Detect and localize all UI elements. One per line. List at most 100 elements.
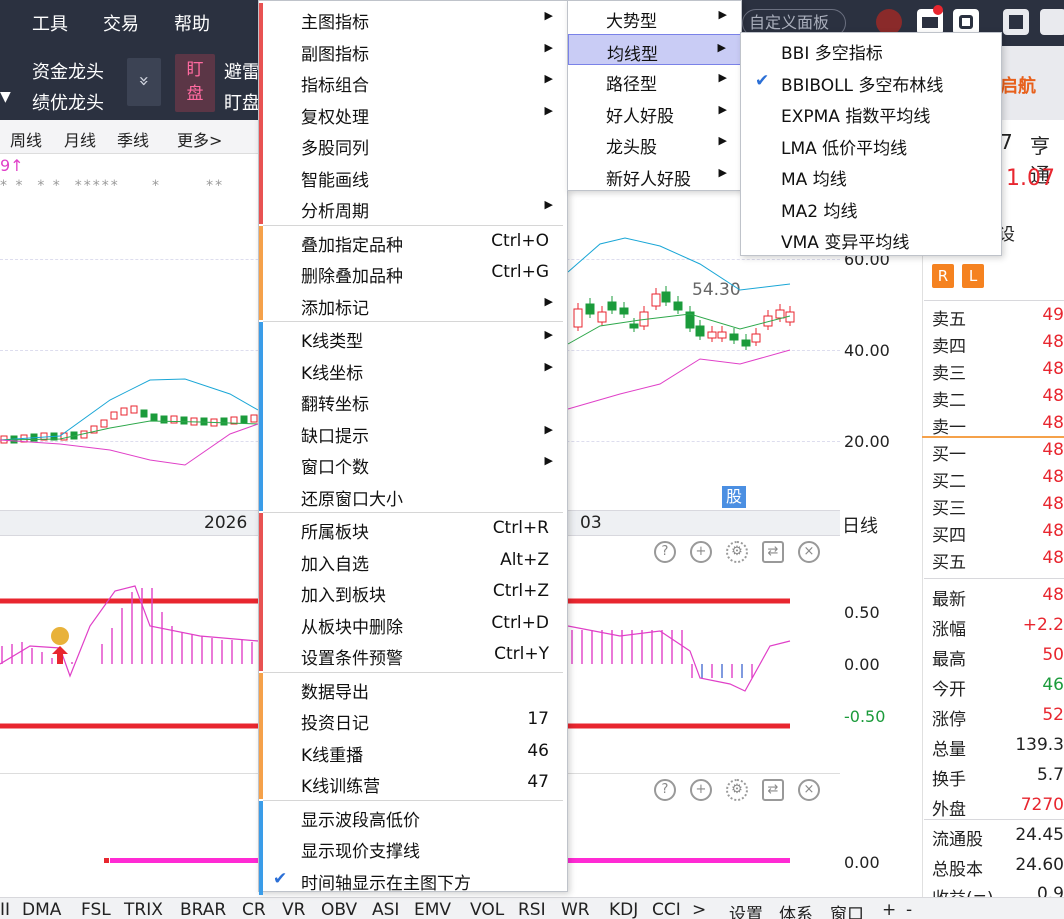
context-menu-item[interactable]: K线坐标 ▶ xyxy=(259,354,567,385)
settings-gear-icon[interactable]: ⚙ xyxy=(726,779,748,801)
window-icon[interactable] xyxy=(1040,9,1064,35)
indicator-tab[interactable]: 设置 xyxy=(729,900,763,919)
close-icon[interactable]: × xyxy=(798,779,820,801)
swap-icon[interactable]: ⇄ xyxy=(762,779,784,801)
submenu-item[interactable]: MA2 均线 xyxy=(741,192,1001,223)
indicator-tab[interactable]: DMA xyxy=(22,900,61,919)
chip-l[interactable]: L xyxy=(962,264,984,288)
context-menu-item[interactable]: 指标组合 ▶ xyxy=(259,66,567,97)
quick-item-quality-leader[interactable]: 绩优龙头 xyxy=(32,89,104,115)
indicator-tab[interactable]: CCI xyxy=(652,900,681,919)
tab-month[interactable]: 月线 xyxy=(64,127,96,151)
quick-item-watch[interactable]: 盯盘 xyxy=(224,89,260,115)
context-menu-item[interactable]: 还原窗口大小 xyxy=(259,480,567,511)
context-menu-item[interactable]: 从板块中删除 Ctrl+D xyxy=(259,608,567,639)
indicator-tab[interactable]: BRAR xyxy=(180,900,226,919)
help-icon[interactable]: ? xyxy=(654,779,676,801)
context-menu-item[interactable]: 显示波段高低价 xyxy=(259,801,567,832)
collapse-chevron-icon[interactable]: » xyxy=(127,58,161,106)
context-menu-item[interactable]: 缺口提示 ▶ xyxy=(259,417,567,448)
indicator-tab[interactable]: 体系 xyxy=(779,900,813,919)
tab-week[interactable]: 周线 xyxy=(10,127,42,151)
submenu-item[interactable]: VMA 变异平均线 xyxy=(741,223,1001,254)
context-menu-item[interactable]: 叠加指定品种 Ctrl+O xyxy=(259,226,567,257)
submenu-item[interactable]: LMA 低价平均线 xyxy=(741,129,1001,160)
period-label: 日线 xyxy=(842,516,878,537)
submenu-item[interactable]: BBI 多空指标 xyxy=(741,34,1001,65)
context-menu-item[interactable]: K线重播 46 xyxy=(259,736,567,767)
context-menu-item[interactable]: 翻转坐标 xyxy=(259,385,567,416)
indicator-tab[interactable]: WR xyxy=(561,900,590,919)
submenu-item-label: LMA 低价平均线 xyxy=(781,138,908,159)
context-menu-item[interactable]: K线类型 ▶ xyxy=(259,322,567,353)
submenu-item[interactable]: 新好人好股 ▶ xyxy=(568,160,741,191)
period-tabs: 周线 月线 季线 更多> xyxy=(0,120,262,154)
submenu-item[interactable]: 好人好股 ▶ xyxy=(568,97,741,128)
menu-help[interactable]: 帮助 xyxy=(174,10,210,36)
context-menu-item[interactable]: 复权处理 ▶ xyxy=(259,98,567,129)
context-menu-item[interactable]: 时间轴显示在主图下方 ✔ xyxy=(259,864,567,895)
quick-item-fund-leader[interactable]: 资金龙头 xyxy=(32,58,104,84)
indicator-tab[interactable]: FSL xyxy=(81,900,111,919)
submenu-item[interactable]: 大势型 ▶ xyxy=(568,2,741,33)
indicator-tab[interactable]: 窗口 xyxy=(830,900,864,919)
indicator-tab[interactable]: VOL xyxy=(470,900,504,919)
submenu-item[interactable]: 路径型 ▶ xyxy=(568,65,741,96)
indicator-tab[interactable]: - xyxy=(906,900,912,919)
fragment-i: l xyxy=(0,58,1,79)
tab-more[interactable]: 更多> xyxy=(177,127,222,151)
candlestick xyxy=(619,307,629,315)
quote-label: 买五 xyxy=(932,553,966,573)
indicator-tab[interactable]: OBV xyxy=(321,900,357,919)
quick-item-avoid[interactable]: 避雷 xyxy=(224,58,260,84)
menu-tools[interactable]: 工具 xyxy=(32,10,68,36)
context-menu-item[interactable]: 分析周期 ▶ xyxy=(259,192,567,223)
stare-button[interactable]: 盯盘 xyxy=(175,54,215,112)
context-menu-item[interactable]: 智能画线 xyxy=(259,161,567,192)
indicator-tab[interactable]: KDJ xyxy=(609,900,638,919)
indicator-tab[interactable]: TRIX xyxy=(124,900,163,919)
shirt-icon[interactable] xyxy=(1003,9,1029,35)
candlestick xyxy=(200,417,208,426)
context-menu-item[interactable]: 所属板块 Ctrl+R xyxy=(259,513,567,544)
context-menu-item[interactable]: 添加标记 ▶ xyxy=(259,289,567,320)
context-menu-item[interactable]: 删除叠加品种 Ctrl+G xyxy=(259,257,567,288)
indicator-tab[interactable]: + xyxy=(882,900,896,919)
submenu-arrow-icon: ▶ xyxy=(718,134,727,147)
context-menu-item[interactable]: 加入自选 Alt+Z xyxy=(259,545,567,576)
indicator-tab[interactable]: ASI xyxy=(372,900,399,919)
menu-item-label: 多股同列 xyxy=(301,139,369,159)
context-menu-item[interactable]: 多股同列 xyxy=(259,129,567,160)
tab-quarter[interactable]: 季线 xyxy=(117,127,149,151)
indicator-tab[interactable]: II xyxy=(0,900,10,919)
menu-item-label: K线坐标 xyxy=(301,363,364,384)
context-menu-item[interactable]: K线训练营 47 xyxy=(259,767,567,798)
indicator-tab[interactable]: EMV xyxy=(414,900,451,919)
indicator-tab[interactable]: VR xyxy=(282,900,305,919)
submenu-item[interactable]: BBIBOLL 多空布林线 ✔ xyxy=(741,66,1001,97)
indicator-tab[interactable]: > xyxy=(692,900,706,919)
quote-value: 48 xyxy=(1042,413,1064,433)
y-tick: 40.00 xyxy=(844,341,890,360)
context-menu-item[interactable]: 显示现价支撑线 xyxy=(259,832,567,863)
indicator-tab[interactable]: CR xyxy=(242,900,266,919)
chip-r[interactable]: R xyxy=(932,264,954,288)
quote-value: 49 xyxy=(1042,305,1064,325)
context-menu-item[interactable]: 投资日记 17 xyxy=(259,704,567,735)
context-menu-item[interactable]: 数据导出 xyxy=(259,673,567,704)
menu-trade[interactable]: 交易 xyxy=(103,10,139,36)
submenu-item[interactable]: MA 均线 xyxy=(741,160,1001,191)
zoom-in-icon[interactable]: + xyxy=(690,779,712,801)
submenu-item[interactable]: 均线型 ▶ xyxy=(568,33,741,65)
indicator-tab[interactable]: RSI xyxy=(518,900,546,919)
menu-item-label: 叠加指定品种 xyxy=(301,235,403,256)
candlestick xyxy=(140,409,148,418)
context-menu-item[interactable]: 设置条件预警 Ctrl+Y xyxy=(259,639,567,670)
submenu-item[interactable]: 龙头股 ▶ xyxy=(568,128,741,159)
submenu-item[interactable]: EXPMA 指数平均线 xyxy=(741,97,1001,128)
context-menu-item[interactable]: 主图指标 ▶ xyxy=(259,3,567,34)
context-menu-item[interactable]: 副图指标 ▶ xyxy=(259,35,567,66)
context-menu-item[interactable]: 加入到板块 Ctrl+Z xyxy=(259,576,567,607)
submenu-item-label: EXPMA 指数平均线 xyxy=(781,107,931,127)
context-menu-item[interactable]: 窗口个数 ▶ xyxy=(259,448,567,479)
